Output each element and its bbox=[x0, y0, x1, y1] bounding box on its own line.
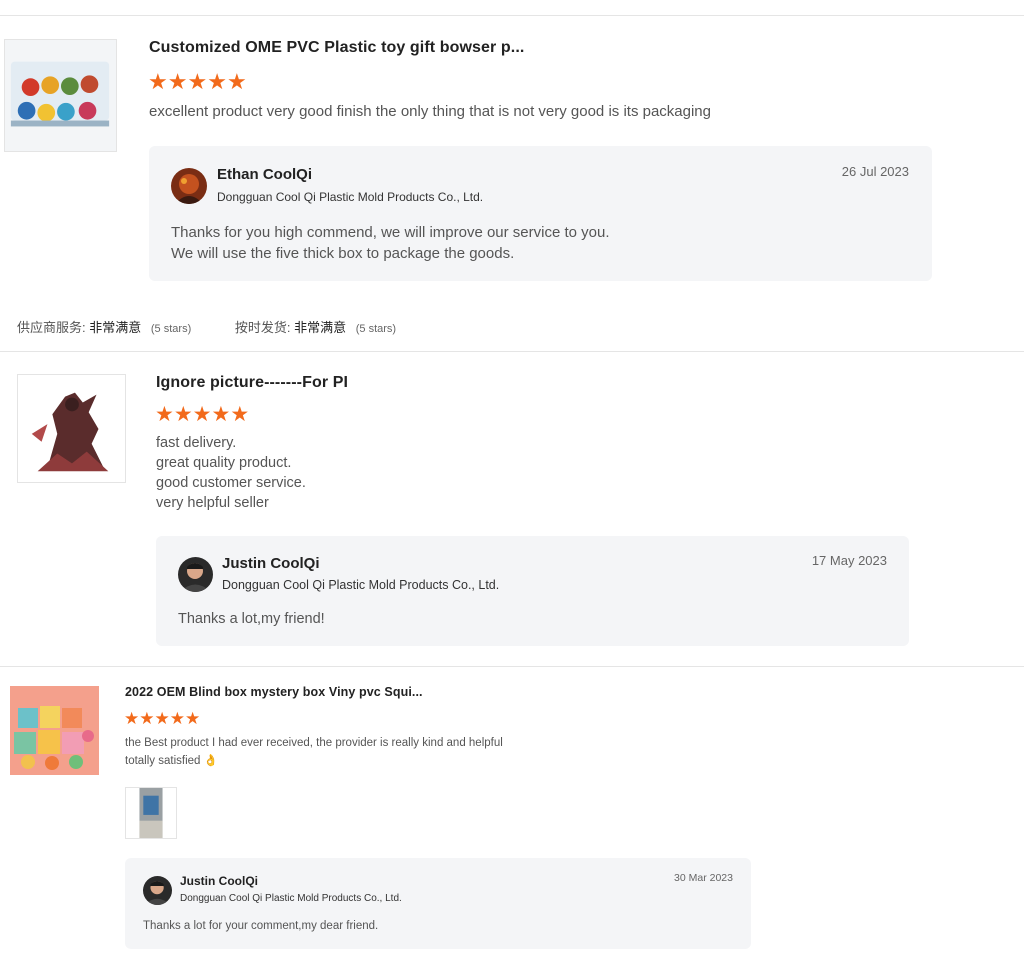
seller-reply: Justin CoolQi Dongguan Cool Qi Plastic M… bbox=[156, 536, 909, 646]
avatar bbox=[178, 557, 213, 592]
review-product-title[interactable]: Customized OME PVC Plastic toy gift bows… bbox=[149, 39, 524, 57]
divider bbox=[0, 15, 1024, 16]
rating-value: 非常满意 bbox=[89, 320, 142, 335]
product-image bbox=[5, 40, 116, 151]
rating-label: 供应商服务: bbox=[17, 320, 86, 335]
reply-company: Dongguan Cool Qi Plastic Mold Products C… bbox=[222, 578, 500, 592]
avatar bbox=[171, 168, 207, 204]
review-product-title[interactable]: Ignore picture-------For PI bbox=[156, 374, 348, 392]
star-icon: ★ bbox=[173, 403, 193, 426]
star-rating: ★ ★ ★ ★ ★ bbox=[155, 404, 249, 425]
star-icon: ★ bbox=[185, 709, 201, 728]
reply-company: Dongguan Cool Qi Plastic Mold Products C… bbox=[217, 190, 484, 204]
reply-date: 30 Mar 2023 bbox=[674, 872, 733, 884]
reply-author-name: Ethan CoolQi bbox=[217, 166, 312, 183]
seller-reply: Ethan CoolQi Dongguan Cool Qi Plastic Mo… bbox=[149, 146, 932, 281]
star-rating: ★ ★ ★ ★ ★ bbox=[148, 71, 247, 93]
sub-ratings: 供应商服务: 非常满意 (5 stars) 按时发货: 非常满意 (5 star… bbox=[17, 317, 436, 336]
avatar bbox=[143, 876, 172, 905]
reply-date: 17 May 2023 bbox=[811, 553, 887, 568]
star-icon: ★ bbox=[230, 403, 250, 426]
star-icon: ★ bbox=[207, 69, 227, 94]
reply-text: Thanks for you high commend, we will imp… bbox=[171, 224, 610, 241]
review-product-title[interactable]: 2022 OEM Blind box mystery box Viny pvc … bbox=[125, 685, 423, 699]
reply-date: 26 Jul 2023 bbox=[841, 164, 909, 179]
reply-text: Thanks a lot for your comment,my dear fr… bbox=[143, 920, 379, 932]
product-image bbox=[18, 375, 125, 482]
reply-text: We will use the five thick box to packag… bbox=[171, 245, 515, 262]
star-icon: ★ bbox=[169, 709, 185, 728]
reply-author-name: Justin CoolQi bbox=[222, 555, 320, 572]
star-icon: ★ bbox=[154, 709, 170, 728]
review-text: great quality product. bbox=[156, 455, 292, 471]
review-text: the Best product I had ever received, th… bbox=[125, 737, 503, 749]
review-text: totally satisfied 👌 bbox=[125, 755, 218, 767]
rating-note: (5 stars) bbox=[355, 323, 397, 335]
reply-company: Dongguan Cool Qi Plastic Mold Products C… bbox=[180, 893, 402, 904]
rating-on-time-delivery: 按时发货: 非常满意 (5 stars) bbox=[235, 317, 396, 336]
product-thumbnail[interactable] bbox=[17, 374, 126, 483]
review-text: excellent product very good finish the o… bbox=[149, 103, 711, 120]
rating-value: 非常满意 bbox=[294, 320, 347, 335]
avatar-image bbox=[143, 876, 172, 905]
star-icon: ★ bbox=[148, 69, 168, 94]
seller-reply: Justin CoolQi Dongguan Cool Qi Plastic M… bbox=[125, 858, 751, 949]
star-icon: ★ bbox=[226, 69, 247, 94]
review-text: good customer service. bbox=[156, 475, 306, 491]
product-image bbox=[10, 686, 99, 775]
avatar-image bbox=[171, 168, 207, 204]
star-icon: ★ bbox=[211, 403, 231, 426]
star-icon: ★ bbox=[155, 403, 174, 426]
reply-author-name: Justin CoolQi bbox=[180, 874, 258, 888]
product-thumbnail[interactable] bbox=[10, 686, 99, 775]
rating-supplier-service: 供应商服务: 非常满意 (5 stars) bbox=[17, 317, 191, 336]
avatar-image bbox=[178, 557, 213, 592]
review-text: fast delivery. bbox=[156, 435, 237, 451]
rating-note: (5 stars) bbox=[150, 323, 192, 335]
review-photo[interactable] bbox=[125, 787, 177, 839]
review-photo-image bbox=[126, 788, 176, 838]
rating-label: 按时发货: bbox=[234, 320, 291, 335]
star-rating: ★ ★ ★ ★ ★ bbox=[124, 710, 200, 727]
star-icon: ★ bbox=[124, 709, 140, 728]
star-icon: ★ bbox=[167, 69, 188, 94]
star-icon: ★ bbox=[192, 403, 212, 426]
star-icon: ★ bbox=[187, 69, 208, 94]
reply-text: Thanks a lot,my friend! bbox=[178, 611, 325, 627]
review-text: very helpful seller bbox=[156, 495, 269, 511]
star-icon: ★ bbox=[139, 709, 155, 728]
divider bbox=[0, 351, 1024, 352]
product-thumbnail[interactable] bbox=[4, 39, 117, 152]
divider bbox=[0, 666, 1024, 667]
